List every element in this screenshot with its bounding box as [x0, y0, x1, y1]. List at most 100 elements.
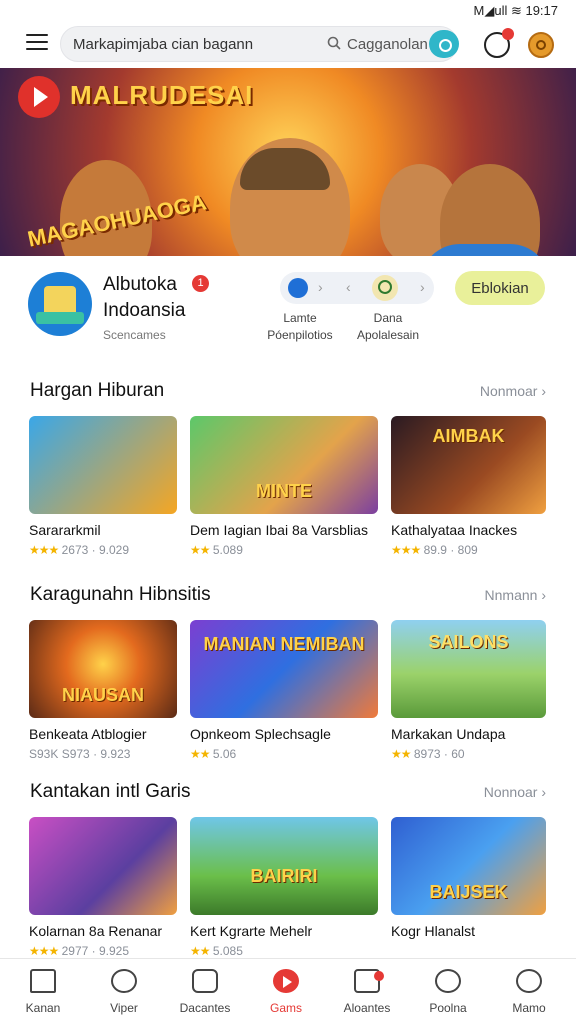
game-thumbnail: BAIJSEK [391, 817, 546, 915]
segment-label-line: Lamte [283, 311, 317, 325]
profile-icon [516, 969, 542, 993]
game-meta: ★★ 5.089 [190, 543, 378, 557]
banner-title: MALRUDESAI [70, 80, 254, 110]
game-meta: S93K S973 · 9.923 [29, 747, 177, 761]
rating-stars: ★★ [190, 543, 210, 557]
app-badge: 1 [192, 275, 209, 292]
nav-item-viper[interactable]: Viper [83, 967, 165, 1015]
chevron-right-icon: › [318, 279, 323, 295]
search-icon [111, 969, 137, 993]
nav-item-kanan[interactable]: Kanan [2, 967, 84, 1015]
nav-label: Mamo [512, 1001, 546, 1015]
coin-icon[interactable] [528, 32, 554, 58]
search-pill-icon[interactable] [429, 30, 459, 58]
nav-label: Kanan [25, 1001, 61, 1015]
game-thumbnail: MANIAN NEMIBAN [190, 620, 378, 718]
search-bar[interactable]: Markapimjaba cian bagann Cagganolan [60, 26, 459, 62]
play-icon [273, 969, 299, 993]
game-title: Sarararkmil [29, 522, 101, 538]
section-title: Karagunahn Hibnsitis [30, 584, 211, 605]
rating-stars: ★★★ [391, 543, 421, 557]
game-card[interactable]: BAIRIRI Kert Kgrarte Mehelr ★★ 5.085 [190, 817, 378, 958]
game-title: Kathalyataa Inackes [391, 522, 518, 538]
game-thumbnail: MINTE [190, 416, 378, 514]
thumb-text: BAIRIRI [250, 866, 318, 886]
game-meta: ★★★ 89.9 · 809 [391, 543, 546, 557]
rating-text: 5.06 [212, 747, 237, 761]
globe-icon[interactable] [288, 278, 308, 298]
game-thumbnail: BAIRIRI [190, 817, 378, 915]
game-card[interactable]: MANIAN NEMIBAN Opnkeom Splechsagle ★★ 5.… [190, 620, 378, 761]
rating-text: 5.085 [212, 944, 243, 958]
nav-item-aloantes[interactable]: Aloantes [326, 967, 408, 1015]
game-meta: ★★ 8973 · 60 [391, 747, 546, 761]
rating-stars: ★★★ [29, 944, 59, 958]
see-more-link[interactable]: Nnmann › [485, 587, 546, 603]
search-icon[interactable] [372, 275, 398, 301]
bottom-nav: Kanan Viper Dacantes Gams Aloantes Pooln… [0, 958, 576, 1025]
game-card[interactable]: SAILONS Markakan Undapa ★★ 8973 · 60 [391, 620, 546, 761]
rating-text: 5.089 [212, 543, 243, 557]
rating-stars: S93K [29, 747, 59, 761]
play-icon [18, 76, 60, 118]
search-icon [327, 36, 341, 50]
segment-toggle[interactable]: › ‹ › [280, 272, 434, 304]
status-bar: M◢ull ≋ 19:17 [0, 0, 576, 22]
nav-item-poolna[interactable]: Poolna [407, 967, 489, 1015]
segment-label-line: Dana [373, 311, 403, 325]
segment-label-line: Apolalesain [356, 328, 420, 342]
nav-item-dacantes[interactable]: Dacantes [164, 967, 246, 1015]
thumb-text: BAIJSEK [429, 882, 508, 902]
see-more-link[interactable]: Nonnoar › [484, 784, 546, 800]
game-card[interactable]: MINTE Dem Iagian Ibai 8a Varsblias ★★ 5.… [190, 416, 378, 557]
game-thumbnail [29, 416, 177, 514]
app-name: Albutoka [103, 274, 177, 295]
thumb-text: AIMBAK [432, 426, 505, 446]
game-thumbnail: NIAUSAN [29, 620, 177, 718]
rating-stars: ★★ [190, 944, 210, 958]
nav-item-gams[interactable]: Gams [245, 967, 327, 1015]
thumb-text: MANIAN NEMIBAN [203, 634, 365, 654]
rating-stars: ★★ [391, 747, 411, 761]
chat-icon [435, 969, 461, 993]
nav-label: Poolna [429, 1001, 467, 1015]
game-card[interactable]: NIAUSAN Benkeata Atblogier S93K S973 · 9… [29, 620, 177, 761]
app-info: Albutoka 1 Indoansia Scencames › ‹ › Lam… [0, 268, 576, 358]
menu-icon[interactable] [26, 34, 48, 52]
home-icon [30, 969, 56, 993]
install-button[interactable]: Eblokian [455, 271, 545, 305]
game-meta: ★★ 5.085 [190, 944, 378, 958]
rating-text: 2673 · 9.029 [61, 543, 130, 557]
game-thumbnail [29, 817, 177, 915]
search-input[interactable]: Markapimjaba cian bagann [73, 36, 253, 53]
section-title: Kantakan intl Garis [30, 781, 191, 802]
game-title: Dem Iagian Ibai 8a Varsblias [190, 522, 368, 538]
game-card[interactable]: AIMBAK Kathalyataa Inackes ★★★ 89.9 · 80… [391, 416, 546, 557]
nav-label: Gams [269, 1001, 302, 1015]
game-card[interactable]: BAIJSEK Kogr Hlanalst [391, 817, 546, 944]
rating-text: 89.9 · 809 [423, 543, 478, 557]
divider: ‹ [346, 279, 351, 295]
app-logo-icon[interactable] [28, 272, 92, 336]
rating-text: S973 · 9.923 [61, 747, 131, 761]
rating-text: 2977 · 9.925 [61, 944, 130, 958]
search-secondary-text: Cagganolan [347, 36, 428, 53]
game-card[interactable]: Kolarnan 8a Renanar ★★★ 2977 · 9.925 [29, 817, 177, 958]
game-meta: ★★★ 2673 · 9.029 [29, 543, 177, 557]
segment-label: Dana Apolalesain [346, 310, 430, 344]
app-developer: Scencames [103, 328, 166, 342]
status-text: M◢ull ≋ 19:17 [473, 3, 558, 18]
thumb-text: SAILONS [428, 632, 509, 652]
notification-icon[interactable] [484, 28, 514, 58]
nav-item-mamo[interactable]: Mamo [488, 967, 570, 1015]
game-title: Kolarnan 8a Renanar [29, 923, 163, 939]
game-title: Opnkeom Splechsagle [190, 726, 331, 742]
game-title: Kogr Hlanalst [391, 923, 476, 939]
game-card[interactable]: Sarararkmil ★★★ 2673 · 9.029 [29, 416, 177, 557]
rating-stars: ★★ [190, 747, 210, 761]
game-thumbnail: SAILONS [391, 620, 546, 718]
game-title: Benkeata Atblogier [29, 726, 147, 742]
game-meta: ★★ 5.06 [190, 747, 378, 761]
see-more-link[interactable]: Nonmoar › [480, 383, 546, 399]
hero-banner[interactable]: MALRUDESAI MAGAOHUAOGA [0, 68, 576, 256]
